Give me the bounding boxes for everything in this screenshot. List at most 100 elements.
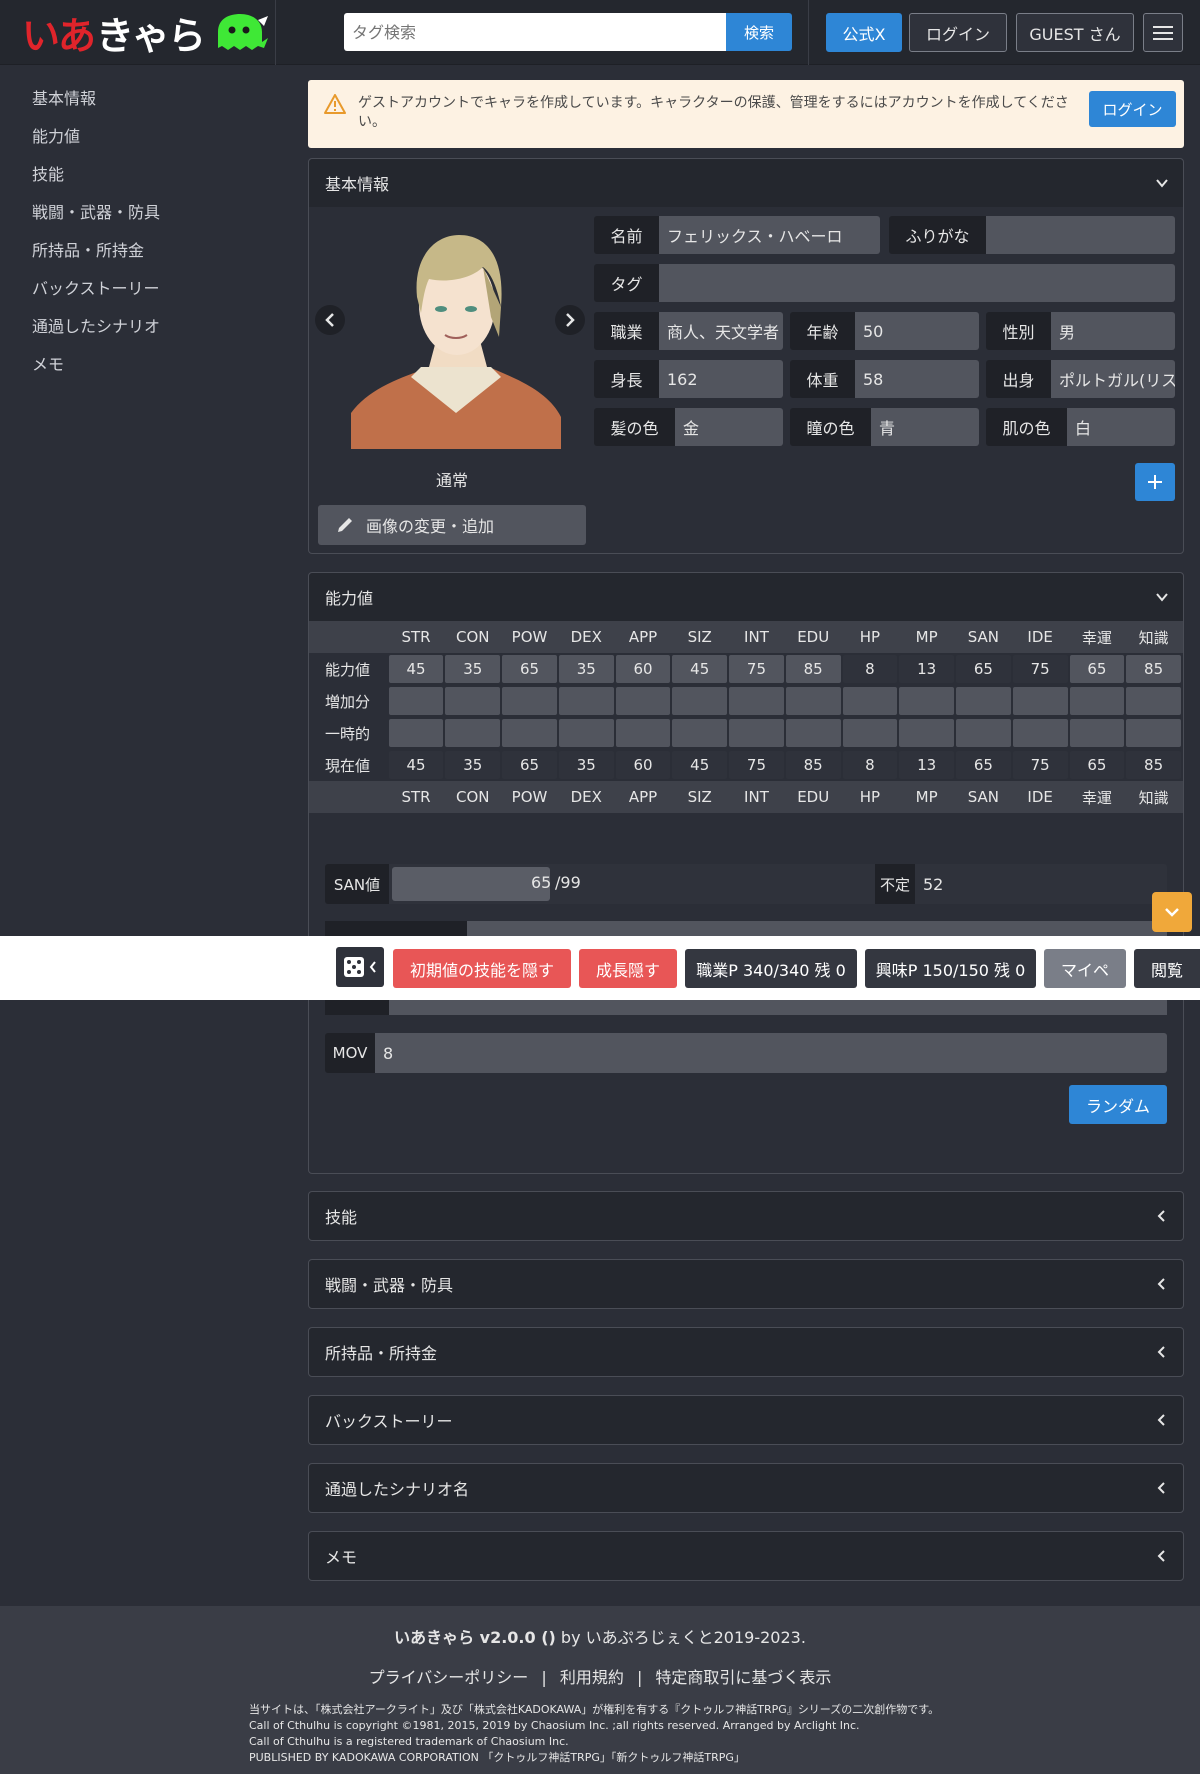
stat-base-value[interactable]: 75 — [729, 655, 784, 683]
stat-input[interactable] — [785, 687, 841, 715]
stat-input[interactable] — [842, 719, 898, 747]
official-x-button[interactable]: 公式X — [826, 13, 902, 52]
stat-input[interactable] — [615, 687, 671, 715]
sidebar-item-combat[interactable]: 戦闘・武器・防具 — [32, 200, 160, 238]
stat-base-value[interactable]: 85 — [1126, 655, 1181, 683]
origin-input[interactable]: ポルトガル(リスボン) — [1051, 360, 1175, 398]
sidebar-item-memo[interactable]: メモ — [32, 352, 160, 390]
stat-input[interactable] — [558, 719, 614, 747]
stat-base-value[interactable]: 35 — [558, 655, 614, 683]
job-points-button[interactable]: 職業P 340/340 残 0 — [685, 949, 857, 988]
sex-input[interactable]: 男 — [1051, 312, 1175, 350]
stat-input[interactable] — [1012, 719, 1068, 747]
stat-current-value: 75 — [1012, 751, 1068, 779]
stat-base-value[interactable]: 35 — [445, 655, 501, 683]
stat-input[interactable] — [729, 719, 784, 747]
stat-input[interactable] — [729, 687, 784, 715]
stat-base-value[interactable]: 65 — [502, 655, 557, 683]
stat-base-value: 65 — [956, 655, 1011, 683]
mypage-button[interactable]: マイペ — [1044, 949, 1126, 988]
privacy-policy-link[interactable]: プライバシーポリシー — [369, 1668, 529, 1687]
stat-input[interactable] — [558, 687, 614, 715]
scroll-down-button[interactable] — [1152, 892, 1192, 932]
stat-base-value: 13 — [899, 655, 955, 683]
stat-base-value[interactable]: 85 — [785, 655, 841, 683]
section-skills[interactable]: 技能 — [308, 1191, 1184, 1241]
section-memo[interactable]: メモ — [308, 1531, 1184, 1581]
sidebar-item-items[interactable]: 所持品・所持金 — [32, 238, 160, 276]
stat-input[interactable] — [502, 687, 557, 715]
random-button[interactable]: ランダム — [1069, 1085, 1167, 1124]
stat-input[interactable] — [1012, 687, 1068, 715]
stat-input[interactable] — [1126, 719, 1181, 747]
sidebar-item-scenarios[interactable]: 通過したシナリオ — [32, 314, 160, 352]
login-button[interactable]: ログイン — [909, 13, 1007, 52]
alert-login-button[interactable]: ログイン — [1089, 91, 1176, 127]
hobby-points-button[interactable]: 興味P 150/150 残 0 — [865, 949, 1036, 988]
search-button[interactable]: 検索 — [726, 13, 792, 51]
stat-input[interactable] — [672, 719, 728, 747]
change-image-button[interactable]: 画像の変更・追加 — [318, 505, 586, 545]
stat-input[interactable] — [672, 687, 728, 715]
section-items[interactable]: 所持品・所持金 — [308, 1327, 1184, 1377]
stat-input[interactable] — [899, 687, 955, 715]
hide-initial-skills-button[interactable]: 初期値の技能を隠す — [393, 949, 571, 988]
age-input[interactable]: 50 — [855, 312, 979, 350]
sidebar-item-backstory[interactable]: バックストーリー — [32, 276, 160, 314]
menu-button[interactable] — [1143, 13, 1183, 52]
site-logo[interactable]: いあ きゃら — [22, 10, 270, 58]
stat-input[interactable] — [445, 719, 501, 747]
tag-input[interactable] — [659, 264, 1175, 302]
stat-current-value: 75 — [729, 751, 784, 779]
height-input[interactable]: 162 — [659, 360, 783, 398]
view-button[interactable]: 閲覧 — [1134, 949, 1200, 988]
abilities-header[interactable]: 能力値 — [309, 573, 1183, 621]
commercial-law-link[interactable]: 特定商取引に基づく表示 — [655, 1668, 831, 1687]
stat-input[interactable] — [502, 719, 557, 747]
name-input[interactable]: フェリックス・ハベーロ — [659, 216, 880, 254]
basic-info-header[interactable]: 基本情報 — [309, 159, 1183, 207]
hair-color-input[interactable]: 金 — [675, 408, 783, 446]
stat-base-value[interactable]: 45 — [672, 655, 728, 683]
section-backstory[interactable]: バックストーリー — [308, 1395, 1184, 1445]
section-combat[interactable]: 戦闘・武器・防具 — [308, 1259, 1184, 1309]
guest-user-button[interactable]: GUEST さん — [1016, 13, 1134, 52]
stat-input[interactable] — [388, 719, 444, 747]
furigana-input[interactable] — [986, 216, 1175, 254]
next-image-button[interactable] — [555, 305, 585, 335]
stat-input[interactable] — [615, 719, 671, 747]
sidebar-item-basic-info[interactable]: 基本情報 — [32, 86, 160, 124]
weight-input[interactable]: 58 — [855, 360, 979, 398]
add-field-button[interactable] — [1135, 463, 1175, 501]
section-scenarios[interactable]: 通過したシナリオ名 — [308, 1463, 1184, 1513]
stat-base-value[interactable]: 60 — [615, 655, 671, 683]
stat-input[interactable] — [956, 719, 1011, 747]
sidebar-item-skills[interactable]: 技能 — [32, 162, 160, 200]
sidebar-item-abilities[interactable]: 能力値 — [32, 124, 160, 162]
tag-search-input[interactable] — [344, 13, 726, 51]
stat-input[interactable] — [842, 687, 898, 715]
sex-field: 性別 男 — [986, 312, 1175, 350]
stat-name: 知識 — [1138, 788, 1169, 807]
eye-color-input[interactable]: 青 — [871, 408, 979, 446]
stat-input[interactable] — [899, 719, 955, 747]
stat-input[interactable] — [388, 687, 444, 715]
skin-color-input[interactable]: 白 — [1067, 408, 1175, 446]
stat-base-value[interactable]: 65 — [1069, 655, 1125, 683]
stat-input[interactable] — [1126, 687, 1181, 715]
stat-base-value[interactable]: 45 — [388, 655, 444, 683]
top-navbar: いあ きゃら 検索 公式X ログイン GUEST さん — [0, 0, 1200, 65]
stat-name: 知識 — [1138, 628, 1169, 647]
dice-button[interactable] — [336, 947, 384, 987]
stat-input[interactable] — [785, 719, 841, 747]
hair-color-field: 髪の色 金 — [594, 408, 783, 446]
prev-image-button[interactable] — [315, 305, 345, 335]
stat-current-value: 45 — [672, 751, 728, 779]
job-input[interactable]: 商人、天文学者 — [659, 312, 783, 350]
stat-input[interactable] — [956, 687, 1011, 715]
terms-link[interactable]: 利用規約 — [560, 1668, 624, 1687]
stat-input[interactable] — [1069, 687, 1125, 715]
stat-input[interactable] — [445, 687, 501, 715]
hide-growth-button[interactable]: 成長隠す — [579, 949, 677, 988]
stat-input[interactable] — [1069, 719, 1125, 747]
